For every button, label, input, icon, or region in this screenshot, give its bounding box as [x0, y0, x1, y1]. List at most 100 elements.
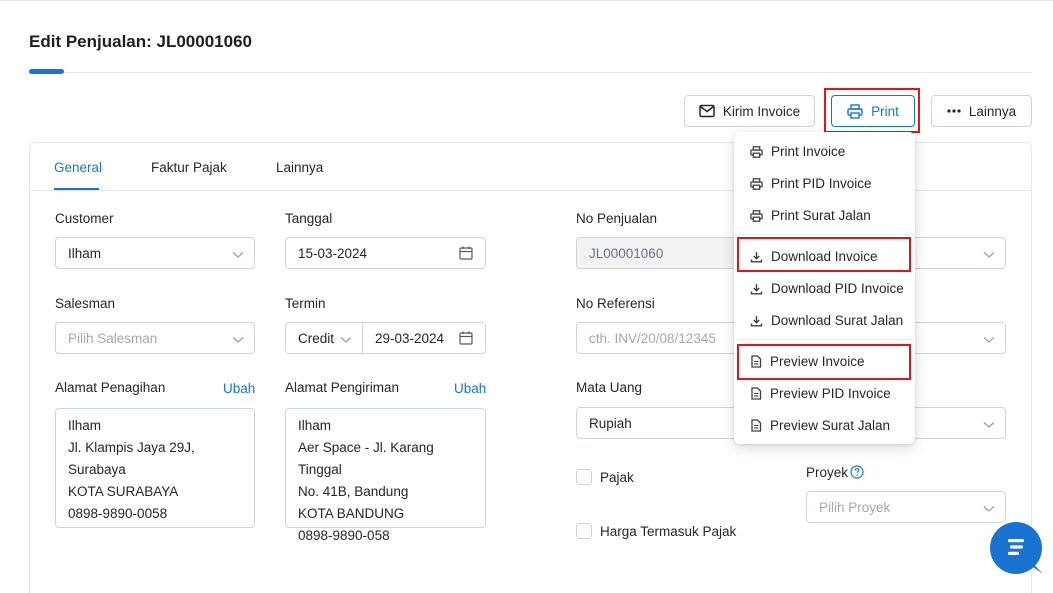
printer-icon	[750, 177, 763, 190]
proyek-select[interactable]: Pilih Proyek	[806, 491, 1006, 523]
termin-type-value: Credit	[298, 330, 335, 346]
menu-item-label: Download Surat Jalan	[771, 313, 904, 328]
chevron-down-icon	[983, 332, 995, 347]
calendar-icon	[459, 246, 473, 263]
customer-select[interactable]: Ilham	[55, 237, 255, 269]
menu-item-label: Preview PID Invoice	[770, 386, 891, 401]
address-line: Ilham	[68, 418, 102, 433]
alamat-penagihan-textarea[interactable]: Ilham Jl. Klampis Jaya 29J, Surabaya KOT…	[55, 408, 255, 528]
menu-item-download-invoice[interactable]: Download Invoice	[750, 249, 878, 264]
harga-termasuk-pajak-label: Harga Termasuk Pajak	[600, 524, 737, 539]
alamat-pengiriman-label: Alamat Pengiriman	[285, 380, 400, 395]
customer-label: Customer	[55, 211, 114, 226]
chevron-down-icon	[983, 417, 995, 432]
help-icon[interactable]	[850, 465, 864, 482]
lainnya-label: Lainnya	[968, 103, 1017, 119]
menu-item-print-pid-invoice[interactable]: Print PID Invoice	[750, 176, 872, 191]
tab-general[interactable]: General	[54, 160, 102, 175]
alamat-pengiriman-textarea[interactable]: Ilham Aer Space - Jl. Karang Tinggal No.…	[285, 408, 486, 543]
page-title: Edit Penjualan: JL00001060	[29, 32, 252, 51]
no-referensi-placeholder: cth. INV/20/08/12345	[589, 330, 716, 346]
mail-icon	[699, 104, 715, 118]
chevron-down-icon	[232, 247, 244, 262]
address-line: 0898-9890-058	[298, 528, 390, 543]
termin-date-picker[interactable]: 29-03-2024	[362, 322, 486, 354]
top-divider	[0, 0, 1053, 1]
address-line: Ilham	[298, 418, 332, 433]
lainnya-button[interactable]: Lainnya	[931, 95, 1032, 127]
tanggal-value: 15-03-2024	[298, 245, 368, 261]
termin-date-value: 29-03-2024	[375, 330, 445, 346]
address-line: No. 41B, Bandung	[298, 484, 409, 499]
mata-uang-label: Mata Uang	[576, 380, 643, 395]
menu-divider	[734, 234, 915, 235]
salesman-select[interactable]: Pilih Salesman	[55, 322, 255, 354]
pajak-label: Pajak	[600, 470, 634, 485]
address-line: 0898-9890-0058	[68, 506, 168, 521]
document-icon	[750, 387, 762, 400]
download-icon	[750, 251, 763, 263]
kirim-invoice-label: Kirim Invoice	[722, 103, 801, 119]
address-line: Aer Space - Jl. Karang Tinggal	[298, 440, 434, 477]
harga-termasuk-pajak-checkbox[interactable]	[576, 523, 592, 539]
printer-icon	[750, 209, 763, 222]
menu-item-print-surat-jalan[interactable]: Print Surat Jalan	[750, 208, 871, 223]
menu-item-preview-invoice[interactable]: Preview Invoice	[750, 354, 865, 369]
title-accent-bar	[29, 69, 64, 74]
termin-type-select[interactable]: Credit	[285, 322, 363, 354]
printer-icon	[750, 145, 763, 158]
tab-lainnya[interactable]: Lainnya	[276, 160, 323, 175]
mata-uang-value: Rupiah	[589, 415, 632, 431]
menu-item-preview-pid-invoice[interactable]: Preview PID Invoice	[750, 386, 891, 401]
menu-item-print-invoice[interactable]: Print Invoice	[750, 144, 845, 159]
document-icon	[750, 419, 762, 432]
menu-item-label: Download PID Invoice	[771, 281, 904, 296]
document-icon	[750, 355, 762, 368]
title-divider	[29, 72, 1032, 73]
menu-item-label: Print PID Invoice	[771, 176, 872, 191]
print-dropdown-menu: Print Invoice Print PID Invoice Print Su…	[734, 132, 915, 444]
print-button[interactable]: Print	[831, 95, 915, 127]
no-penjualan-value: JL00001060	[589, 245, 664, 261]
address-line: KOTA BANDUNG	[298, 506, 405, 521]
alamat-penagihan-edit-link[interactable]: Ubah	[223, 381, 255, 396]
printer-icon	[847, 103, 863, 119]
print-label: Print	[871, 103, 899, 119]
chevron-down-icon	[983, 247, 995, 262]
address-line: Jl. Klampis Jaya 29J,	[68, 440, 195, 455]
pajak-checkbox[interactable]	[576, 469, 592, 485]
address-line: Surabaya	[68, 462, 126, 477]
proyek-label: Proyek	[806, 465, 849, 480]
no-referensi-label: No Referensi	[576, 296, 655, 311]
menu-item-label: Print Invoice	[771, 144, 846, 159]
menu-item-label: Preview Surat Jalan	[770, 418, 891, 433]
menu-item-label: Print Surat Jalan	[771, 208, 871, 223]
download-icon	[750, 283, 763, 295]
no-penjualan-label: No Penjualan	[576, 211, 658, 226]
chevron-down-icon	[232, 332, 244, 347]
tab-active-indicator	[54, 188, 99, 190]
menu-item-download-pid-invoice[interactable]: Download PID Invoice	[750, 281, 904, 296]
chevron-down-icon	[983, 501, 995, 516]
chevron-down-icon	[340, 332, 352, 347]
menu-divider	[734, 339, 915, 340]
proyek-placeholder: Pilih Proyek	[819, 499, 891, 515]
customer-value: Ilham	[68, 245, 102, 261]
termin-label: Termin	[285, 296, 326, 311]
more-horizontal-icon	[947, 109, 961, 113]
alamat-pengiriman-edit-link[interactable]: Ubah	[454, 381, 486, 396]
tanggal-datepicker[interactable]: 15-03-2024	[285, 237, 486, 269]
tab-faktur-pajak[interactable]: Faktur Pajak	[151, 160, 227, 175]
salesman-placeholder: Pilih Salesman	[68, 330, 158, 346]
download-icon	[750, 315, 763, 327]
menu-item-label: Preview Invoice	[770, 354, 865, 369]
menu-item-download-surat-jalan[interactable]: Download Surat Jalan	[750, 313, 903, 328]
address-line: KOTA SURABAYA	[68, 484, 179, 499]
alamat-penagihan-label: Alamat Penagihan	[55, 380, 166, 395]
menu-item-preview-surat-jalan[interactable]: Preview Surat Jalan	[750, 418, 890, 433]
menu-item-label: Download Invoice	[771, 249, 878, 264]
salesman-label: Salesman	[55, 296, 116, 311]
kirim-invoice-button[interactable]: Kirim Invoice	[684, 95, 815, 127]
tanggal-label: Tanggal	[285, 211, 333, 226]
chat-button[interactable]	[990, 522, 1042, 574]
